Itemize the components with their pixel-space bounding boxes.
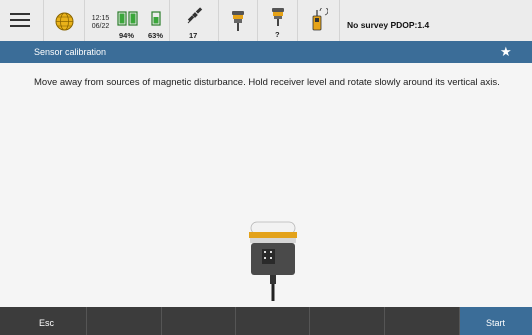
gnss-receiver-image — [249, 221, 297, 301]
softkey-empty-2[interactable] — [162, 307, 236, 335]
receiver-button[interactable] — [219, 0, 258, 41]
battery-icon — [151, 11, 161, 26]
menu-icon — [10, 13, 30, 27]
satellite-button[interactable]: 17 — [170, 0, 219, 41]
time-battery-status[interactable]: 12:15 06/22 94% 63% — [85, 0, 170, 41]
controller-icon — [312, 8, 328, 31]
softkey-empty-4[interactable] — [310, 307, 385, 335]
globe-button[interactable] — [44, 0, 85, 41]
battery2-text: 63% — [148, 31, 164, 40]
softkey-empty-5[interactable] — [385, 307, 460, 335]
softkey-empty-1[interactable] — [87, 307, 162, 335]
battery1-text: 94% — [119, 31, 135, 40]
esc-label: Esc — [39, 318, 55, 328]
satellite-icon — [187, 7, 203, 24]
receiver-icon — [272, 8, 284, 26]
time-text: 12:15 — [91, 15, 110, 22]
receiver-status-button[interactable]: ? — [258, 0, 298, 41]
start-label: Start — [486, 318, 506, 328]
status-bar: 12:15 06/22 94% 63% 17 ? No survey PDOP:… — [0, 0, 532, 42]
menu-button[interactable] — [0, 0, 44, 41]
start-button[interactable]: Start — [460, 307, 532, 335]
title-bar: Sensor calibration ★ — [0, 41, 532, 63]
controller-button[interactable] — [298, 0, 340, 41]
page-title: Sensor calibration — [34, 47, 107, 57]
instruction-text: Move away from sources of magnetic distu… — [34, 77, 500, 88]
softkey-bar: Esc Start — [0, 307, 532, 335]
receiver-icon — [232, 11, 244, 31]
satellite-count: 17 — [189, 31, 198, 40]
star-icon[interactable]: ★ — [500, 44, 512, 60]
survey-status-text: No survey PDOP:1.4 — [347, 20, 430, 30]
esc-button[interactable]: Esc — [0, 307, 87, 335]
date-text: 06/22 — [91, 23, 110, 30]
globe-icon — [55, 12, 74, 31]
softkey-empty-3[interactable] — [236, 307, 310, 335]
receiver-status-text: ? — [275, 30, 280, 39]
battery-icon — [117, 11, 138, 26]
